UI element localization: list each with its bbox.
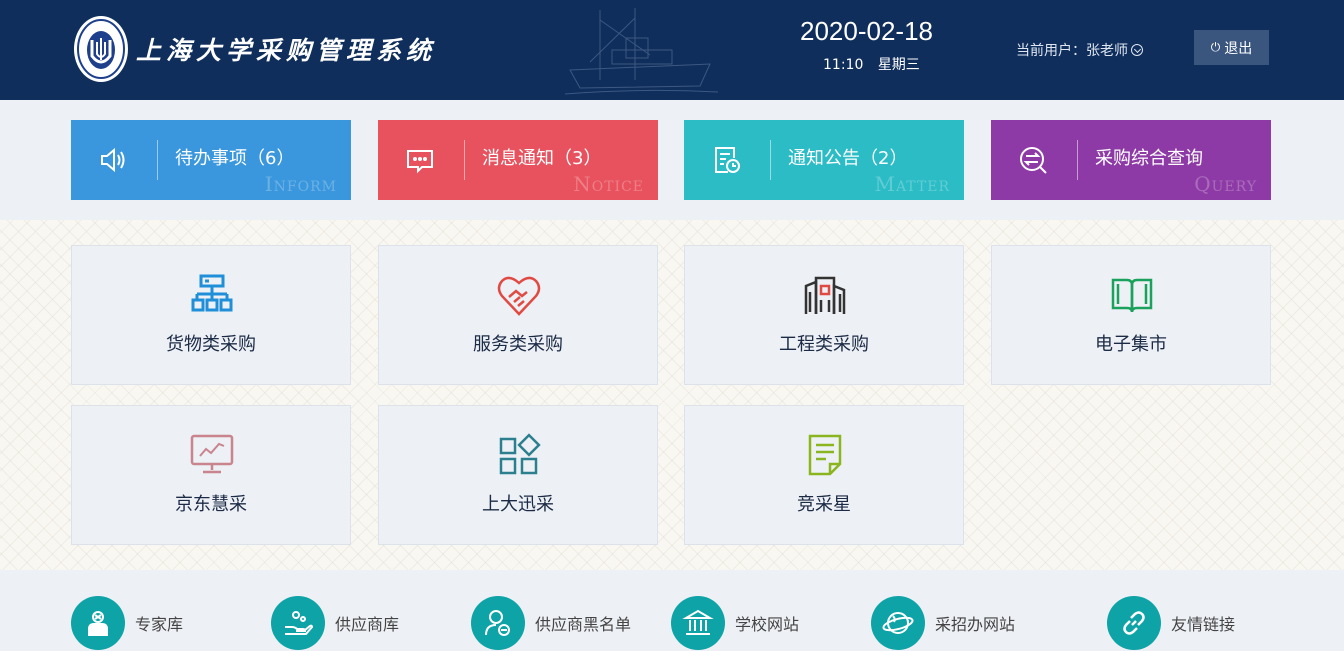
link-icon-circle	[271, 596, 325, 650]
link-supplier-blacklist[interactable]: 供应商黑名单	[471, 596, 631, 650]
expert-icon	[88, 611, 108, 636]
card-label: 消息通知（3）	[482, 148, 602, 169]
card-watermark: Matter	[874, 172, 950, 196]
link-icon-circle	[71, 596, 125, 650]
link-label: 专家库	[135, 615, 184, 634]
tile-label: 京东慧采	[175, 494, 247, 515]
open-book-icon	[1111, 278, 1153, 313]
card-divider	[464, 140, 465, 180]
card-pending-tasks[interactable]: 待办事项（6） Inform	[71, 120, 351, 200]
org-chart-icon	[191, 274, 233, 312]
card-label: 通知公告（2）	[788, 148, 908, 169]
card-divider	[157, 140, 158, 180]
link-icon-circle	[871, 596, 925, 650]
logout-button[interactable]: ⏻ 退出	[1194, 30, 1269, 65]
institution-icon	[682, 609, 714, 635]
link-label: 学校网站	[735, 615, 800, 634]
link-label: 友情链接	[1171, 615, 1236, 634]
link-icon-circle	[471, 596, 525, 650]
link-school-website[interactable]: 学校网站	[671, 596, 799, 650]
supplier-hand-icon	[285, 611, 314, 635]
chat-bubble-icon	[407, 150, 433, 174]
speaker-icon	[101, 147, 125, 173]
exchange-search-icon	[1020, 147, 1047, 174]
tile-label: 货物类采购	[166, 334, 256, 355]
link-friendly-links[interactable]: 友情链接	[1107, 596, 1235, 650]
user-minus-icon	[485, 610, 510, 636]
link-label: 供应商库	[335, 615, 400, 634]
system-title: 上海大学采购管理系统	[136, 36, 437, 65]
link-procurement-office-website[interactable]: 采招办网站	[871, 596, 1015, 650]
tile-service-procurement[interactable]: 服务类采购	[378, 245, 658, 385]
card-divider	[770, 140, 771, 180]
top-header: 上海大学采购管理系统 2020-02-18 11:10 星期三 当前用户：张老师…	[0, 0, 1344, 100]
card-divider	[1077, 140, 1078, 180]
building-icon	[804, 276, 846, 314]
link-icon	[1123, 611, 1145, 635]
current-time: 11:10	[823, 57, 864, 73]
card-announcements[interactable]: 通知公告（2） Matter	[684, 120, 964, 200]
tile-sdu-quick-procurement[interactable]: 上大迅采	[378, 405, 658, 545]
logout-label: 退出	[1224, 40, 1253, 57]
card-procurement-query[interactable]: 采购综合查询 Query	[991, 120, 1271, 200]
summary-cards: 待办事项（6） Inform 消息通知（3） Notice 通知公告（2） Ma…	[0, 100, 1344, 220]
ship-illustration-icon	[564, 8, 719, 95]
card-watermark: Notice	[573, 172, 644, 196]
tile-engineering-procurement[interactable]: 工程类采购	[684, 245, 964, 385]
tile-label: 工程类采购	[779, 334, 869, 355]
tile-label: 电子集市	[1095, 334, 1167, 355]
tile-goods-procurement[interactable]: 货物类采购	[71, 245, 351, 385]
link-expert-database[interactable]: 专家库	[71, 596, 183, 650]
current-user-label: 当前用户：张老师	[1016, 43, 1128, 59]
link-icon-circle	[671, 596, 725, 650]
link-supplier-database[interactable]: 供应商库	[271, 596, 399, 650]
card-label: 待办事项（6）	[175, 148, 295, 169]
document-clock-icon	[715, 147, 740, 173]
card-watermark: Inform	[264, 172, 337, 196]
card-label: 采购综合查询	[1095, 148, 1203, 169]
tile-label: 竞采星	[797, 494, 851, 515]
link-icon-circle	[1107, 596, 1161, 650]
time-row: 11:10 星期三	[823, 54, 930, 74]
tile-jd-procurement[interactable]: 京东慧采	[71, 405, 351, 545]
chevron-down-icon	[1131, 44, 1143, 56]
weekday: 星期三	[877, 57, 920, 73]
globe-ring-icon	[882, 612, 914, 634]
link-label: 供应商黑名单	[535, 615, 632, 634]
function-tiles: 货物类采购 服务类采购 工程类采购 电子集市 京东慧采 上大迅采 竞采星	[0, 220, 1344, 570]
tile-bidding-star[interactable]: 竞采星	[684, 405, 964, 545]
card-messages[interactable]: 消息通知（3） Notice	[378, 120, 658, 200]
university-logo-icon	[74, 16, 128, 82]
handshake-heart-icon	[497, 276, 541, 316]
tile-label: 上大迅采	[482, 494, 554, 515]
quick-links: 专家库 供应商库 供应商黑名单 学校网站 采招办网站 友情链接	[0, 570, 1344, 651]
power-icon: ⏻	[1210, 40, 1221, 54]
card-watermark: Query	[1194, 172, 1257, 196]
link-label: 采招办网站	[935, 615, 1016, 634]
current-date: 2020-02-18	[800, 16, 933, 46]
blocks-icon	[499, 433, 541, 475]
brand[interactable]: 上海大学采购管理系统	[72, 14, 436, 84]
current-user-menu[interactable]: 当前用户：张老师	[1016, 40, 1143, 60]
tile-e-market[interactable]: 电子集市	[991, 245, 1271, 385]
tile-label: 服务类采购	[473, 334, 563, 355]
notepad-icon	[808, 434, 842, 476]
monitor-chart-icon	[190, 434, 234, 474]
